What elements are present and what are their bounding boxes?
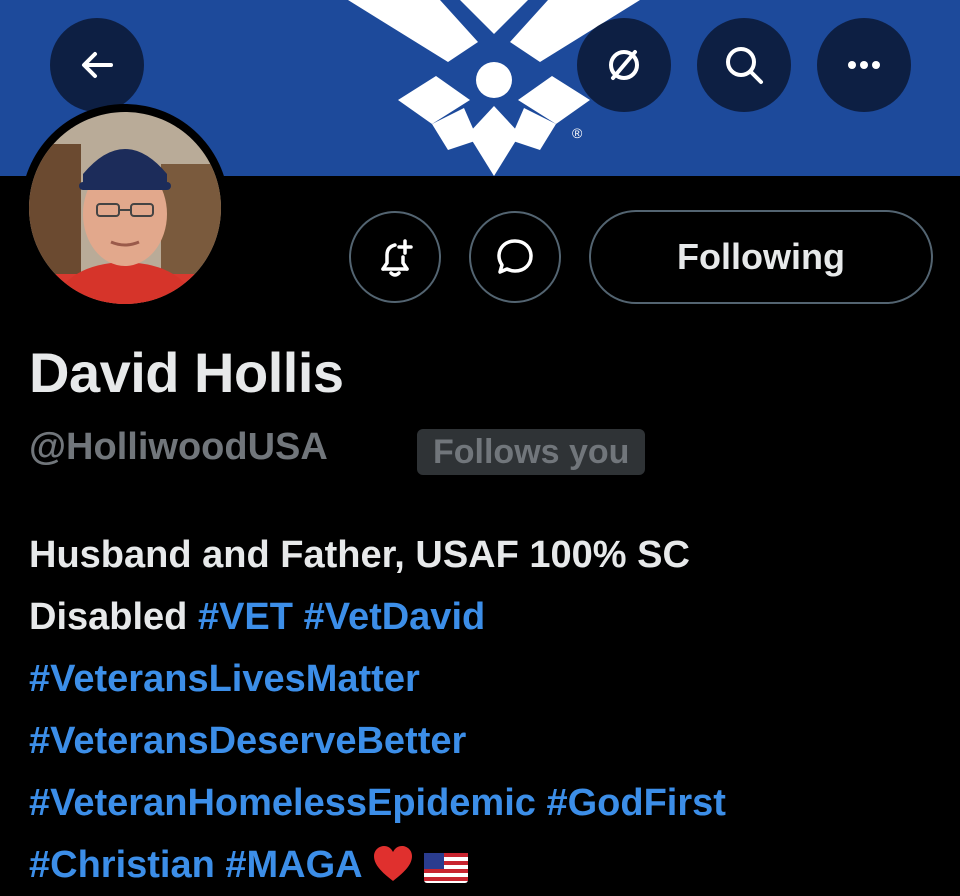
hashtag-link[interactable]: #VeteransLivesMatter [29,658,420,700]
back-button[interactable] [50,18,144,112]
link-button[interactable] [577,18,671,112]
bio-text: Disabled [29,596,188,638]
hashtag-link[interactable]: #VetDavid [304,596,486,638]
us-flag-icon [424,853,469,883]
notification-plus-icon [381,239,413,277]
back-arrow-icon [82,52,113,78]
hashtag-link[interactable]: #GodFirst [546,782,725,824]
avatar[interactable] [21,104,229,312]
username: @HolliwoodUSA [29,426,328,468]
message-icon [497,239,533,274]
display-name: David Hollis [29,341,344,404]
hashtag-link[interactable]: #Christian [29,844,215,886]
hashtag-link[interactable]: #VeteransDeserveBetter [29,720,466,762]
following-label: Following [677,236,845,277]
link-slash-icon [609,50,639,80]
more-icon [848,61,880,69]
more-button[interactable] [817,18,911,112]
search-button[interactable] [697,18,791,112]
bio-line: #Christian #MAGA [29,834,949,896]
trademark-mark: ® [572,125,583,141]
profile-bio: Husband and Father, USAF 100% SC Disable… [29,524,949,896]
bio-line: #VeteranHomelessEpidemic #GodFirst [29,772,949,834]
hashtag-link[interactable]: #VET [198,596,293,638]
bio-line: #VeteransLivesMatter [29,648,949,710]
message-button[interactable] [469,211,561,303]
red-heart-icon [373,846,412,881]
bio-text: Husband and Father, USAF 100% SC [29,534,690,576]
bio-line: #VeteransDeserveBetter [29,710,949,772]
follows-you-badge: Follows you [417,429,646,475]
avatar-photo [29,112,221,304]
bio-line: Disabled #VET #VetDavid [29,586,949,648]
search-icon [726,47,763,84]
following-button[interactable]: Following [589,210,933,304]
hashtag-link[interactable]: #VeteranHomelessEpidemic [29,782,536,824]
bio-line: Husband and Father, USAF 100% SC [29,524,949,586]
hashtag-link[interactable]: #MAGA [225,844,361,886]
notifications-button[interactable] [349,211,441,303]
